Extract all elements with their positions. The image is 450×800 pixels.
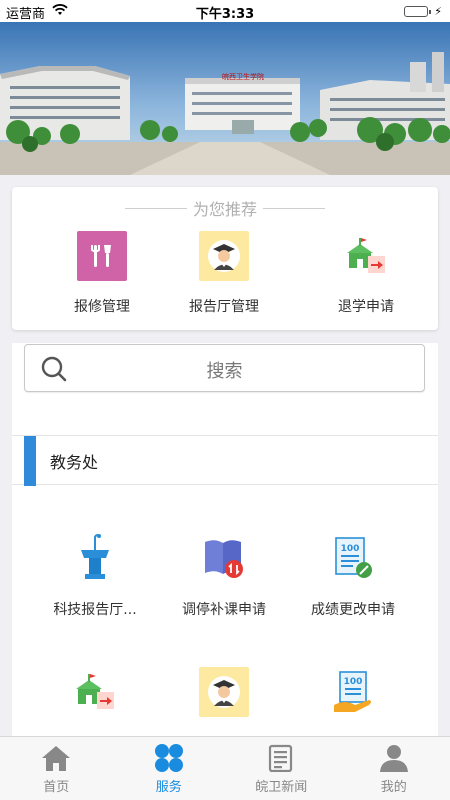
- service-item-label: 成绩更改申请: [311, 602, 395, 618]
- battery-icon: ⚡: [404, 5, 442, 18]
- graduate-avatar-icon: [199, 667, 249, 717]
- status-bar: 运营商 下午3:33 ⚡: [0, 0, 450, 22]
- recommend-item-label: 报告厅管理: [189, 299, 259, 315]
- search-placeholder: 搜索: [206, 361, 243, 382]
- news-icon: [225, 743, 338, 773]
- service-grid-icon: [113, 743, 226, 773]
- score-edit-icon: 100: [328, 533, 378, 583]
- tab-label: 首页: [43, 780, 70, 795]
- recommend-item-repair[interactable]: 报修管理: [42, 231, 162, 321]
- score-hand-icon: 100: [328, 667, 378, 717]
- tab-profile[interactable]: 我的: [338, 737, 450, 800]
- graduate-avatar-icon: [199, 231, 249, 281]
- tab-bar: 首页 服务 皖卫新闻 我的: [0, 736, 450, 800]
- service-item-hall[interactable]: [159, 667, 289, 733]
- recommend-item-hall[interactable]: 报告厅管理: [164, 231, 284, 321]
- recommend-title: 为您推荐: [192, 200, 257, 219]
- podium-icon: [70, 533, 120, 583]
- svg-text:100: 100: [341, 544, 360, 554]
- section-title: 教务处: [50, 453, 99, 472]
- clock: 下午3:33: [195, 7, 255, 22]
- tab-label: 皖卫新闻: [255, 780, 308, 795]
- recommend-item-label: 退学申请: [338, 299, 394, 315]
- service-item-grade-change[interactable]: 100 成绩更改申请: [288, 533, 418, 619]
- service-item-label: 调停补课申请: [182, 602, 266, 618]
- repair-tools-icon: [77, 231, 127, 281]
- banner-sign: 皖西卫生学院: [222, 72, 264, 81]
- home-icon: [0, 743, 113, 773]
- service-item-withdraw[interactable]: [30, 667, 160, 733]
- service-list: 搜索 教务处 科技报告厅... 调停补课申请 100 成绩更改申请 100: [12, 343, 438, 738]
- tab-service[interactable]: 服务: [113, 737, 226, 800]
- recommend-item-withdraw[interactable]: 退学申请: [306, 231, 426, 321]
- tab-label: 我的: [380, 780, 407, 795]
- service-item-reschedule[interactable]: 调停补课申请: [159, 533, 289, 619]
- svg-text:100: 100: [344, 677, 363, 687]
- tab-label: 服务: [155, 780, 182, 795]
- book-swap-icon: [199, 533, 249, 583]
- profile-icon: [338, 743, 450, 773]
- tab-home[interactable]: 首页: [0, 737, 113, 800]
- service-item-tech-hall[interactable]: 科技报告厅...: [30, 533, 160, 619]
- service-item-score[interactable]: 100: [288, 667, 418, 733]
- school-exit-icon: [341, 231, 391, 281]
- service-item-label: 科技报告厅...: [53, 602, 137, 618]
- section-accent-bar: [24, 436, 36, 486]
- recommend-header: 为您推荐: [12, 196, 438, 220]
- search-input[interactable]: 搜索: [24, 344, 425, 392]
- campus-banner[interactable]: 皖西卫生学院: [0, 22, 450, 175]
- tab-news[interactable]: 皖卫新闻: [225, 737, 338, 800]
- recommend-item-label: 报修管理: [74, 299, 130, 315]
- section-header: 教务处: [12, 435, 438, 486]
- school-exit-icon: [70, 667, 120, 717]
- recommend-card: 为您推荐 报修管理 报告厅管理 退学申请: [12, 187, 438, 330]
